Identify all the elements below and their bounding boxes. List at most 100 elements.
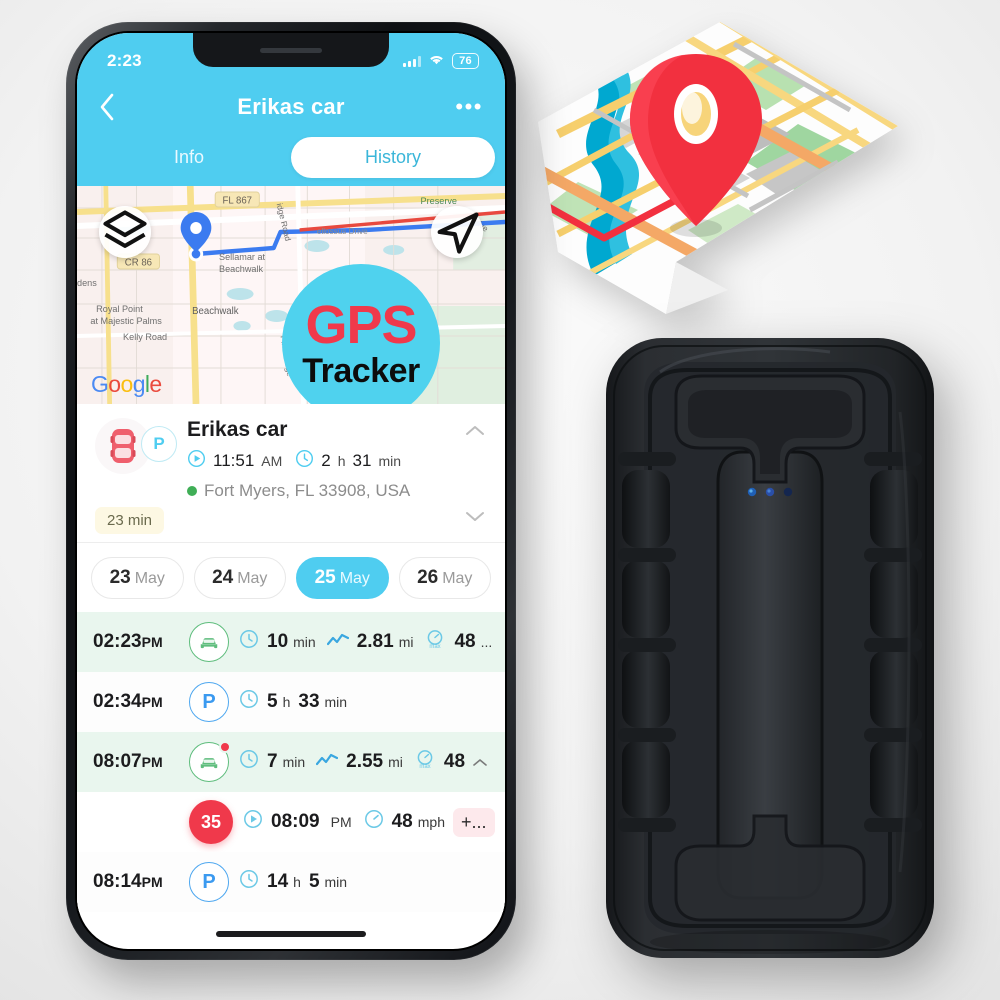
stat-hours-unit: h	[293, 874, 301, 890]
wifi-icon	[428, 51, 445, 71]
table-row[interactable]: 08:14PM P 14 h 5 min	[77, 852, 505, 912]
home-indicator[interactable]	[216, 931, 366, 937]
table-row[interactable]: 35 08:09 PM 48 mph +...	[77, 792, 505, 852]
start-time: 11:51	[213, 451, 255, 470]
date-day: 23	[109, 567, 131, 588]
trip-summary-card[interactable]: P Erikas car 11:51 AM 2h 31 min Fort Mye…	[77, 404, 505, 543]
svg-text:max: max	[430, 644, 441, 649]
svg-text:Beachwalk: Beachwalk	[219, 264, 263, 274]
speed-badge-icon: 35	[189, 800, 233, 844]
table-row[interactable]: 02:23PM 10 min 2.81 mi max 48...	[77, 612, 505, 672]
address-text: Fort Myers, FL 33908, USA	[204, 481, 411, 500]
more-horizontal-icon[interactable]: •••	[453, 96, 483, 118]
alert-speed-unit: mph	[417, 814, 445, 830]
date-month: May	[442, 570, 473, 587]
trip-time: 02:34PM	[93, 691, 163, 712]
stat-distance-unit: mi	[398, 634, 414, 650]
stat-overflow: ...	[480, 634, 493, 650]
svg-text:FL 867: FL 867	[223, 195, 253, 206]
badge-line-1: GPS	[305, 295, 417, 355]
date-selector[interactable]: 23 May 24 May 25 May 26 May	[77, 543, 505, 612]
chevron-down-icon[interactable]	[465, 510, 485, 528]
stat-minutes-unit: min	[324, 874, 348, 890]
trip-time: 02:23PM	[93, 631, 163, 652]
stat-distance: 2.55	[346, 751, 384, 772]
route-chart-icon	[326, 631, 349, 653]
status-time: 2:23	[107, 51, 142, 70]
car-icon	[189, 622, 229, 662]
speed-max-icon: max	[414, 749, 436, 775]
back-button[interactable]	[99, 93, 129, 121]
stat-duration-unit: min	[293, 634, 316, 650]
date-month: May	[237, 570, 268, 587]
gps-tracker-device	[600, 332, 940, 964]
trip-stats: 08:09 PM 48 mph +...	[243, 807, 495, 837]
parking-icon: P	[189, 862, 229, 902]
svg-text:at Majestic Palms: at Majestic Palms	[90, 316, 162, 326]
date-chip-25[interactable]: 25 May	[296, 557, 389, 599]
date-month: May	[339, 570, 370, 587]
date-month: May	[134, 570, 165, 587]
duration-hours: 2	[321, 451, 331, 470]
clock-icon	[295, 449, 314, 473]
play-circle-icon	[243, 809, 263, 835]
alert-time: 08:09	[271, 811, 320, 832]
stat-hours-unit: h	[282, 694, 291, 710]
stat-hours: 5	[267, 691, 278, 712]
stat-distance-unit: mi	[388, 754, 403, 770]
folded-map-illustration	[498, 14, 898, 364]
play-circle-icon	[187, 449, 206, 473]
stat-duration-unit: min	[282, 754, 306, 770]
speed-max-icon: max	[424, 629, 446, 655]
svg-text:Kelly Road: Kelly Road	[123, 332, 167, 342]
trip-stats: 14 h 5 min	[239, 869, 495, 895]
stat-minutes: 33	[298, 691, 320, 712]
location-dot-icon	[187, 486, 197, 496]
date-chip-24[interactable]: 24 May	[193, 557, 286, 599]
chevron-up-icon[interactable]	[465, 424, 485, 442]
stat-duration: 10	[267, 631, 289, 652]
layers-icon[interactable]	[99, 206, 151, 258]
route-chart-icon	[316, 751, 339, 773]
clock-icon	[239, 689, 259, 715]
trip-timeline: 02:23PM 10 min 2.81 mi max 48... 02:34PM P	[77, 612, 505, 912]
stat-maxspeed: 48	[454, 631, 476, 652]
tab-bar: Info History	[77, 135, 505, 186]
alert-speed: 48	[391, 811, 413, 832]
stat-hours: 14	[267, 871, 289, 892]
tab-info[interactable]: Info	[87, 137, 291, 178]
date-day: 25	[314, 567, 336, 588]
svg-text:dens: dens	[77, 278, 97, 288]
speedometer-icon	[364, 809, 384, 835]
phone-notch	[193, 33, 389, 67]
phone-mockup: 2:23 76 Erikas car ••• Info History FL 8…	[66, 22, 516, 960]
svg-text:Preserve: Preserve	[421, 196, 457, 206]
duration-minutes: 31	[352, 451, 372, 470]
table-row[interactable]: 02:34PM P 5h 33 min	[77, 672, 505, 732]
page-title: Erikas car	[237, 94, 345, 119]
badge-line-2: Tracker	[302, 352, 420, 390]
navigation-arrow-icon[interactable]	[431, 206, 483, 258]
trip-time: 08:07PM	[93, 751, 163, 772]
idle-duration-pill: 23 min	[95, 507, 165, 534]
svg-text:Royal Point: Royal Point	[96, 304, 143, 314]
date-day: 24	[212, 567, 234, 588]
trip-stats: 10 min 2.81 mi max 48...	[239, 629, 495, 655]
date-chip-26[interactable]: 26 May	[398, 557, 491, 599]
stat-duration: 7	[267, 751, 278, 772]
trip-time: 08:14PM	[93, 871, 163, 892]
alert-dot-icon	[219, 741, 231, 753]
date-chip-23[interactable]: 23 May	[91, 557, 184, 599]
more-details-pill[interactable]: +...	[452, 807, 495, 837]
parking-icon: P	[189, 682, 229, 722]
device-led-indicators	[747, 487, 793, 497]
svg-text:max: max	[419, 764, 430, 769]
stat-distance: 2.81	[356, 631, 394, 652]
map-view[interactable]: FL 867 CR 86 Sellamar at Beachwalk Beach…	[77, 186, 505, 404]
clock-icon	[239, 749, 259, 775]
table-row[interactable]: 08:07PM 7 min 2.55 mi max 48	[77, 732, 505, 792]
alert-ampm: PM	[330, 814, 352, 830]
chevron-up-small-icon[interactable]	[473, 751, 487, 773]
clock-icon	[239, 869, 259, 895]
tab-history[interactable]: History	[291, 137, 495, 178]
